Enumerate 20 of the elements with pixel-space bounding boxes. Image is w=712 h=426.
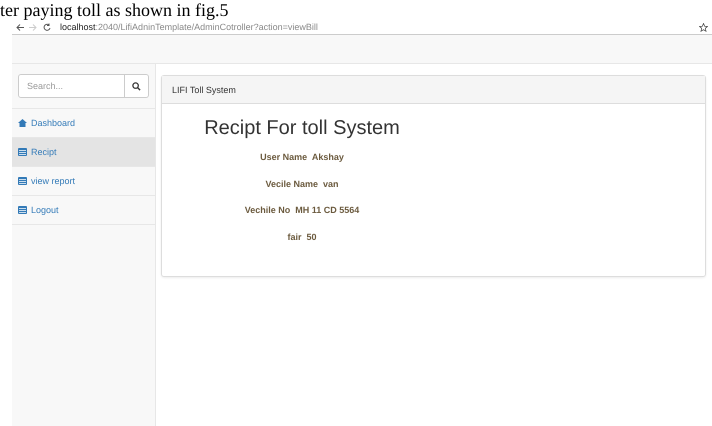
receipt-field: Vechile No MH 11 CD 5564 (244, 197, 360, 224)
search-field[interactable]: Search... (18, 74, 125, 98)
receipt-field: Vecile Name van (265, 170, 339, 197)
list-icon (18, 206, 27, 214)
panel-heading: LIFI Toll System (172, 84, 236, 94)
receipt-field: fair 50 (287, 224, 317, 250)
sidebar-item-label: Logout (31, 205, 59, 215)
list-icon (18, 148, 27, 156)
sidebar-item-label: Dashboard (31, 118, 76, 128)
receipt-title: Recipt For toll System (204, 117, 400, 140)
search-button[interactable] (125, 74, 149, 98)
search-icon (132, 82, 141, 90)
sidebar-item[interactable]: Recipt (12, 138, 155, 167)
list-icon (18, 177, 27, 185)
star-icon[interactable] (699, 22, 708, 32)
sidebar-item-label: view report (31, 176, 76, 186)
address-bar[interactable]: localhost:2040/LifiAdninTemplate/AdminCotroller?action=viewBill (60, 22, 318, 32)
receipt-field: User Name Akshay (260, 144, 344, 170)
dashboard-icon (18, 119, 27, 127)
sidebar-item-label: Recipt (31, 147, 57, 157)
